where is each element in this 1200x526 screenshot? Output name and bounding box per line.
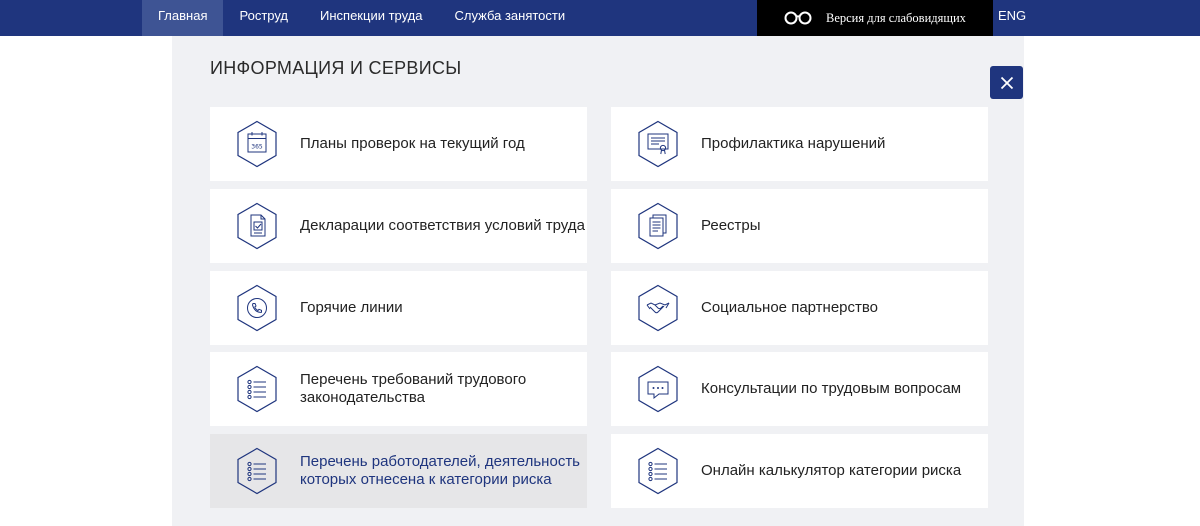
service-card-label: Планы проверок на текущий год: [300, 135, 525, 152]
handshake-icon: [638, 284, 678, 332]
glasses-icon: [784, 11, 812, 25]
service-card-social-partnership[interactable]: Социальное партнерство: [611, 271, 988, 345]
phone-icon: [237, 284, 277, 332]
main-nav: Главная Роструд Инспекции труда Служба з…: [142, 0, 581, 36]
language-switch-link[interactable]: ENG: [998, 0, 1026, 36]
documents-icon: [638, 202, 678, 250]
service-card-label: Реестры: [701, 217, 761, 234]
nav-item-rostrud[interactable]: Роструд: [223, 0, 304, 36]
service-card-risk-calculator[interactable]: Онлайн калькулятор категории риска: [611, 434, 988, 508]
visually-impaired-version-button[interactable]: Версия для слабовидящих: [757, 0, 993, 36]
service-card-hotlines[interactable]: Горячие линии: [210, 271, 587, 345]
service-card-label: Профилактика нарушений: [701, 135, 886, 152]
service-card-label: Перечень требований трудового законодате…: [300, 371, 527, 406]
list-icon: [237, 447, 277, 495]
nav-item-home[interactable]: Главная: [142, 0, 224, 36]
service-card-label: Перечень работодателей, деятельность кот…: [300, 453, 580, 488]
service-card-label: Социальное партнерство: [701, 299, 879, 316]
service-card-label: Горячие линии: [300, 299, 403, 316]
certificate-icon: [638, 120, 678, 168]
info-services-panel: ИНФОРМАЦИЯ И СЕРВИСЫ 365 Планы проверок …: [172, 36, 1024, 526]
service-card-label: Консультации по трудовым вопросам: [701, 380, 962, 397]
panel-title: ИНФОРМАЦИЯ И СЕРВИСЫ: [210, 58, 462, 78]
close-icon: [1000, 76, 1013, 89]
service-card-risk-employers-list[interactable]: Перечень работодателей, деятельность кот…: [210, 434, 587, 508]
service-card-violation-prevention[interactable]: Профилактика нарушений: [611, 107, 988, 181]
service-card-registries[interactable]: Реестры: [611, 189, 988, 263]
service-card-inspection-plans[interactable]: 365 Планы проверок на текущий год: [210, 107, 587, 181]
document-check-icon: [237, 202, 277, 250]
service-card-label: Онлайн калькулятор категории риска: [701, 462, 962, 479]
close-button[interactable]: [990, 66, 1023, 99]
service-card-labor-consultations[interactable]: Консультации по трудовым вопросам: [611, 352, 988, 426]
nav-item-employment-service[interactable]: Служба занятости: [439, 0, 582, 36]
calendar-365-text: 365: [251, 144, 263, 151]
list-icon: [638, 447, 678, 495]
service-card-labor-law-requirements[interactable]: Перечень требований трудового законодате…: [210, 352, 587, 426]
service-card-label: Декларации соответствия условий труда: [300, 217, 585, 234]
service-card-labor-declarations[interactable]: Декларации соответствия условий труда: [210, 189, 587, 263]
chat-icon: [638, 365, 678, 413]
list-icon: [237, 365, 277, 413]
calendar-icon: 365: [237, 120, 277, 168]
top-navigation-bar: Главная Роструд Инспекции труда Служба з…: [0, 0, 1200, 36]
nav-item-labor-inspections[interactable]: Инспекции труда: [304, 0, 438, 36]
visually-impaired-label: Версия для слабовидящих: [826, 10, 966, 25]
